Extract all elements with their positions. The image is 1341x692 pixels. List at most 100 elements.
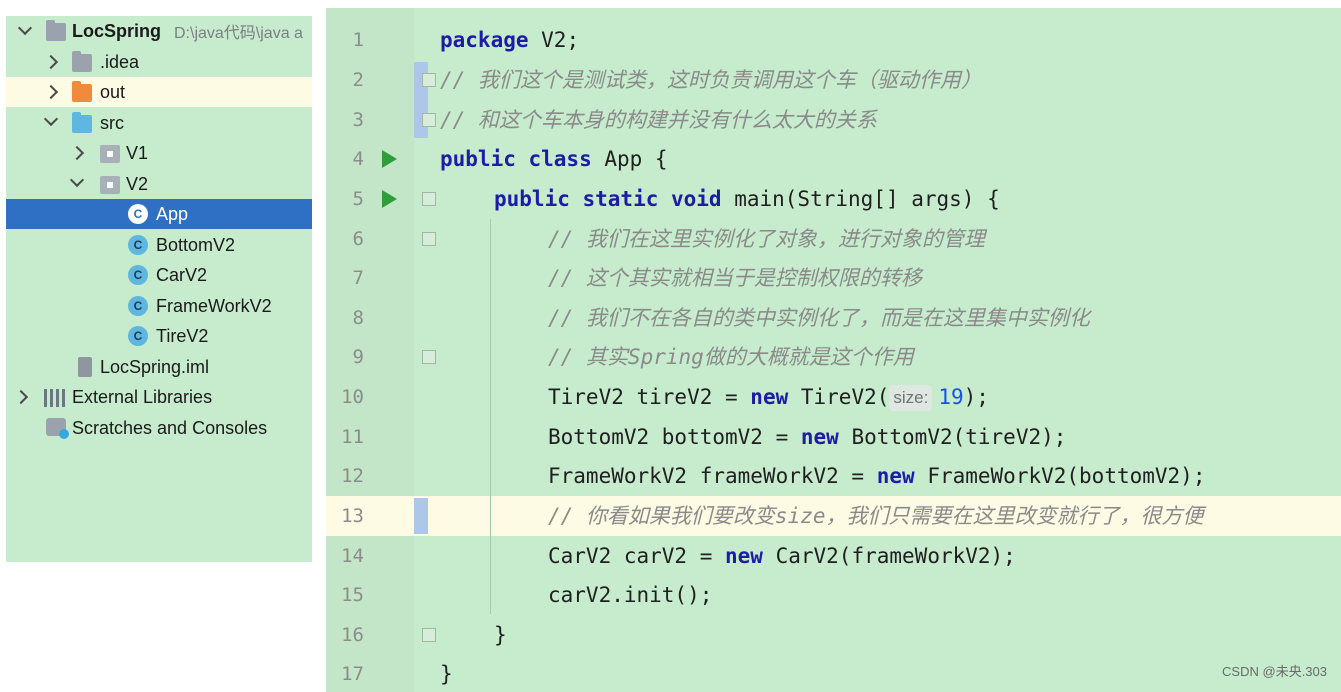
tree-item-label: Scratches and Consoles (72, 417, 268, 438)
tree-item-label: External Libraries (72, 386, 213, 407)
tree-item-tirev2[interactable]: C TireV2 (6, 321, 312, 351)
tree-item-scratches[interactable]: Scratches and Consoles (6, 413, 312, 443)
runnable-class-icon: C (128, 204, 148, 224)
code-text: BottomV2 bottomV2 = new BottomV2(tireV2)… (548, 417, 1066, 457)
code-line[interactable]: 6 // 我们在这里实例化了对象，进行对象的管理 (326, 219, 1341, 259)
fold-icon[interactable] (422, 628, 436, 642)
comment: // 我们不在各自的类中实例化了，而是在这里集中实例化 (548, 306, 1090, 330)
chevron-right-icon[interactable] (13, 389, 29, 405)
code-token: TireV2( (788, 385, 890, 409)
fold-icon[interactable] (422, 350, 436, 364)
comment: // 你看如果我们要改变size，我们只需要在这里改变就行了，很方便 (548, 504, 1204, 528)
keyword: package (440, 28, 529, 52)
line-number: 14 (341, 545, 364, 567)
watermark: CSDN @未央.303 (1222, 664, 1327, 679)
libraries-icon (44, 389, 66, 407)
code-line[interactable]: 2 // 我们这个是测试类，这时负责调用这个车（驱动作用） (326, 60, 1341, 100)
keyword: new (725, 544, 763, 568)
code-token: main(String[] args) { (721, 187, 1000, 211)
line-number: 4 (352, 148, 364, 170)
tree-item-out[interactable]: out (6, 77, 312, 107)
run-icon[interactable] (382, 190, 397, 208)
change-marker[interactable] (414, 498, 428, 534)
code-token: TireV2 tireV2 = (548, 385, 751, 409)
code-token: V2; (528, 28, 580, 52)
code-line[interactable]: 15 carV2.init(); (326, 575, 1341, 615)
iml-file-icon (78, 357, 92, 377)
code-line[interactable]: 10 TireV2 tireV2 = new TireV2(size: 19); (326, 377, 1341, 417)
line-number: 5 (352, 188, 364, 210)
keyword: public class (440, 147, 592, 171)
code-line[interactable]: 8 // 我们不在各自的类中实例化了，而是在这里集中实例化 (326, 298, 1341, 338)
chevron-right-icon[interactable] (69, 145, 85, 161)
tree-item-label: BottomV2 (156, 234, 236, 255)
tree-item-frameworkv2[interactable]: C FrameWorkV2 (6, 291, 312, 321)
chevron-down-icon[interactable] (43, 111, 59, 127)
tree-item-label: CarV2 (156, 264, 208, 285)
code-line[interactable]: 5 public static void main(String[] args)… (326, 179, 1341, 219)
code-editor[interactable]: 1 package V2; 2 // 我们这个是测试类，这时负责调用这个车（驱动… (326, 8, 1341, 692)
fold-icon[interactable] (422, 192, 436, 206)
chevron-down-icon[interactable] (17, 20, 33, 36)
code-text: TireV2 tireV2 = new TireV2(size: 19); (548, 377, 989, 417)
keyword: new (876, 464, 915, 488)
package-icon (100, 145, 120, 163)
class-icon: C (128, 265, 148, 285)
code-text: package V2; (440, 20, 579, 60)
code-line[interactable]: 16 } (326, 615, 1341, 655)
fold-icon[interactable] (422, 73, 436, 87)
project-folder-icon (46, 20, 66, 41)
fold-icon[interactable] (422, 232, 436, 246)
tree-item-label: App (156, 203, 189, 224)
code-line[interactable]: 17 } (326, 654, 1341, 692)
comment: // 其实Spring做的大概就是这个作用 (548, 345, 914, 369)
tree-item-label: TireV2 (156, 325, 209, 346)
code-text: carV2.init(); (548, 583, 713, 607)
run-icon[interactable] (382, 150, 397, 168)
tree-root-path: D:\java代码\java a (174, 25, 303, 42)
chevron-down-icon[interactable] (69, 172, 85, 188)
line-number: 7 (352, 267, 364, 289)
tree-root-label: LocSpring (72, 20, 161, 41)
class-icon: C (128, 296, 148, 316)
tree-item-iml[interactable]: LocSpring.iml (6, 352, 312, 382)
class-icon: C (128, 326, 148, 346)
code-token: ); (963, 385, 989, 409)
tree-item-label: FrameWorkV2 (156, 295, 272, 316)
indent-guide (490, 496, 491, 536)
tree-item-bottomv2[interactable]: C BottomV2 (6, 230, 312, 260)
comment: // 和这个车本身的构建并没有什么太大的关系 (440, 108, 877, 132)
source-folder-icon (72, 112, 92, 133)
code-line[interactable]: 3 // 和这个车本身的构建并没有什么太大的关系 (326, 100, 1341, 140)
package-icon (100, 176, 120, 194)
current-line[interactable]: 13 // 你看如果我们要改变size，我们只需要在这里改变就行了，很方便 (326, 496, 1341, 536)
code-line[interactable]: 1 package V2; (326, 20, 1341, 60)
code-line[interactable]: 12 FrameWorkV2 frameWorkV2 = new FrameWo… (326, 456, 1341, 496)
tree-item-carv2[interactable]: C CarV2 (6, 260, 312, 290)
code-line[interactable]: 9 // 其实Spring做的大概就是这个作用 (326, 337, 1341, 377)
tree-item-external-libraries[interactable]: External Libraries (6, 382, 312, 412)
chevron-right-icon[interactable] (43, 84, 59, 100)
tree-item-idea[interactable]: .idea (6, 47, 312, 77)
code-line[interactable]: 4 public class App { (326, 139, 1341, 179)
chevron-right-icon[interactable] (43, 54, 59, 70)
tree-item-label: V2 (126, 173, 149, 194)
fold-icon[interactable] (422, 113, 436, 127)
tree-item-root[interactable]: LocSpring D:\java代码\java a (6, 16, 312, 46)
code-text: public class App { (440, 139, 668, 179)
tree-item-app[interactable]: C App (6, 199, 312, 229)
output-folder-icon (72, 81, 92, 102)
tree-item-v1[interactable]: V1 (6, 138, 312, 168)
code-line[interactable]: 14 CarV2 carV2 = new CarV2(frameWorkV2); (326, 536, 1341, 576)
line-number: 12 (341, 465, 364, 487)
code-line[interactable]: 7 // 这个其实就相当于是控制权限的转移 (326, 258, 1341, 298)
tree-item-label: V1 (126, 142, 149, 163)
folder-icon (72, 51, 92, 72)
code-line[interactable]: 11 BottomV2 bottomV2 = new BottomV2(tire… (326, 417, 1341, 457)
class-icon: C (128, 235, 148, 255)
tree-item-src[interactable]: src (6, 108, 312, 138)
comment: // 我们在这里实例化了对象，进行对象的管理 (548, 227, 985, 251)
parameter-hint: size: (889, 385, 933, 411)
line-number: 3 (352, 109, 364, 131)
tree-item-v2[interactable]: V2 (6, 169, 312, 199)
